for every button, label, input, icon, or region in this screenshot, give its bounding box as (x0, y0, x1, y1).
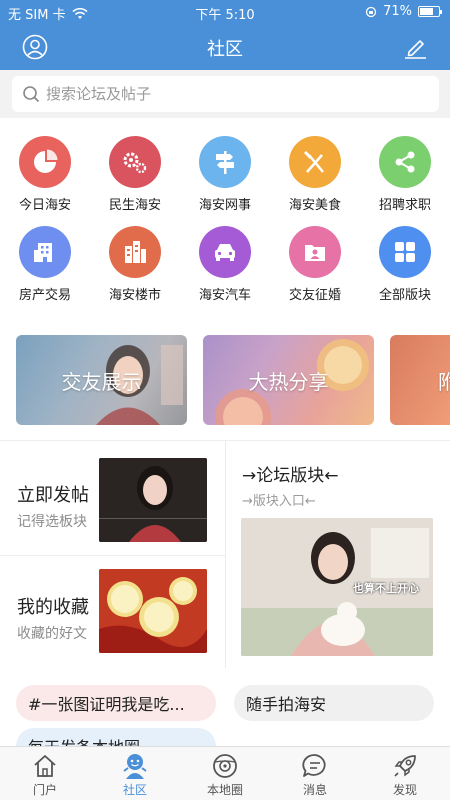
search-icon (23, 86, 40, 103)
fork-knife-icon (289, 136, 341, 188)
local-circle-icon (213, 754, 237, 778)
category-label: 招聘求职 (378, 198, 431, 213)
contact-folder-icon (289, 226, 341, 278)
category-haian-qiche[interactable]: 海安汽车 (180, 226, 270, 303)
post-now-image (99, 458, 207, 542)
forum-sections-card[interactable]: →论坛版块← →版块入口← 也算不上开心 (226, 441, 450, 669)
search-bar (0, 70, 450, 118)
page-title: 社区 (207, 39, 243, 60)
category-haian-meishi[interactable]: 海安美食 (270, 136, 360, 213)
battery-percent: 71% (383, 4, 412, 19)
tab-label: 社区 (122, 783, 147, 797)
edit-icon[interactable] (402, 34, 428, 60)
signpost-icon (199, 136, 251, 188)
tab-label: 本地圈 (206, 783, 243, 797)
community-icon (123, 754, 147, 779)
forum-subtitle: →版块入口← (242, 494, 316, 509)
category-grid: 今日海安 民生海安 海安网事 海安美食 招聘求职 房产交易 海安楼市 海安汽车 … (0, 118, 450, 318)
category-label: 今日海安 (18, 198, 71, 213)
category-zhaopin-qiuzhi[interactable]: 招聘求职 (360, 136, 450, 213)
rocket-icon (394, 755, 416, 777)
bottom-tab-bar: 门户 社区 本地圈 消息 发现 (0, 746, 450, 800)
banner-partial[interactable]: 附 (390, 335, 450, 425)
category-minsheng-haian[interactable]: 民生海安 (90, 136, 180, 213)
battery-icon (418, 6, 442, 17)
topic-tag[interactable]: 每天发条本地圈 (16, 728, 216, 746)
category-label: 全部版块 (378, 288, 431, 303)
category-jiaoyou-zhenghun[interactable]: 交友征婚 (270, 226, 360, 303)
forum-image: 也算不上开心 (241, 518, 433, 656)
tab-community[interactable]: 社区 (90, 747, 180, 800)
favorites-image (99, 569, 207, 653)
city-icon (109, 226, 161, 278)
banner-text: 交友展示 (61, 369, 142, 394)
message-icon (302, 754, 326, 777)
post-now-subtitle: 记得选板块 (17, 514, 87, 530)
category-haian-wangshi[interactable]: 海安网事 (180, 136, 270, 213)
category-label: 海安楼市 (108, 288, 161, 303)
building-icon (19, 226, 71, 278)
feature-section: 立即发帖 记得选板块 我的收藏 收藏的好文 →论坛版块← →版块入口← 也算不上… (0, 440, 450, 669)
category-label: 海安美食 (288, 198, 341, 213)
share-icon (379, 136, 431, 188)
forum-image-caption: 也算不上开心 (353, 582, 419, 595)
banner-friends-showcase[interactable]: 交友展示 (16, 335, 187, 425)
topic-tag[interactable]: #一张图证明我是吃... (16, 685, 216, 721)
category-label: 民生海安 (108, 198, 161, 213)
pie-chart-icon (19, 136, 71, 188)
tab-label: 消息 (302, 783, 327, 797)
post-now-card[interactable]: 立即发帖 记得选板块 (0, 441, 225, 555)
favorites-title: 我的收藏 (17, 597, 89, 618)
search-input[interactable] (46, 85, 426, 103)
rotation-lock-icon (365, 6, 377, 17)
category-label: 交友征婚 (288, 288, 341, 303)
post-now-title: 立即发帖 (17, 485, 89, 506)
category-haian-loushi[interactable]: 海安楼市 (90, 226, 180, 303)
gears-icon (109, 136, 161, 188)
category-quanbu-bankuai[interactable]: 全部版块 (360, 226, 450, 303)
status-bar: 无 SIM 卡 下午 5:10 71% (0, 0, 450, 24)
tab-label: 发现 (392, 783, 417, 797)
favorites-subtitle: 收藏的好文 (17, 626, 87, 642)
banner-text: 大热分享 (248, 369, 329, 394)
tab-discover[interactable]: 发现 (360, 747, 450, 800)
category-jinri-haian[interactable]: 今日海安 (0, 136, 90, 213)
search-box[interactable] (12, 76, 439, 112)
banner-carousel: 交友展示 大热分享 附 (0, 318, 450, 440)
banner-hot-share[interactable]: 大热分享 (203, 335, 374, 425)
category-fangchan-jiaoyi[interactable]: 房产交易 (0, 226, 90, 303)
topic-tags: #一张图证明我是吃... 随手拍海安 每天发条本地圈 (0, 668, 450, 746)
grid-icon (379, 226, 431, 278)
category-label: 房产交易 (18, 288, 71, 303)
header: 社区 (0, 24, 450, 70)
my-favorites-card[interactable]: 我的收藏 收藏的好文 (0, 555, 225, 669)
tab-portal[interactable]: 门户 (0, 747, 90, 800)
home-icon (34, 755, 56, 777)
tab-local-circle[interactable]: 本地圈 (180, 747, 270, 800)
tab-messages[interactable]: 消息 (270, 747, 360, 800)
banner-text: 附 (438, 369, 450, 394)
category-label: 海安汽车 (198, 288, 251, 303)
forum-title: →论坛版块← (242, 466, 339, 486)
category-label: 海安网事 (198, 198, 251, 213)
tab-label: 门户 (32, 783, 57, 797)
car-icon (199, 226, 251, 278)
topic-tag[interactable]: 随手拍海安 (234, 685, 434, 721)
